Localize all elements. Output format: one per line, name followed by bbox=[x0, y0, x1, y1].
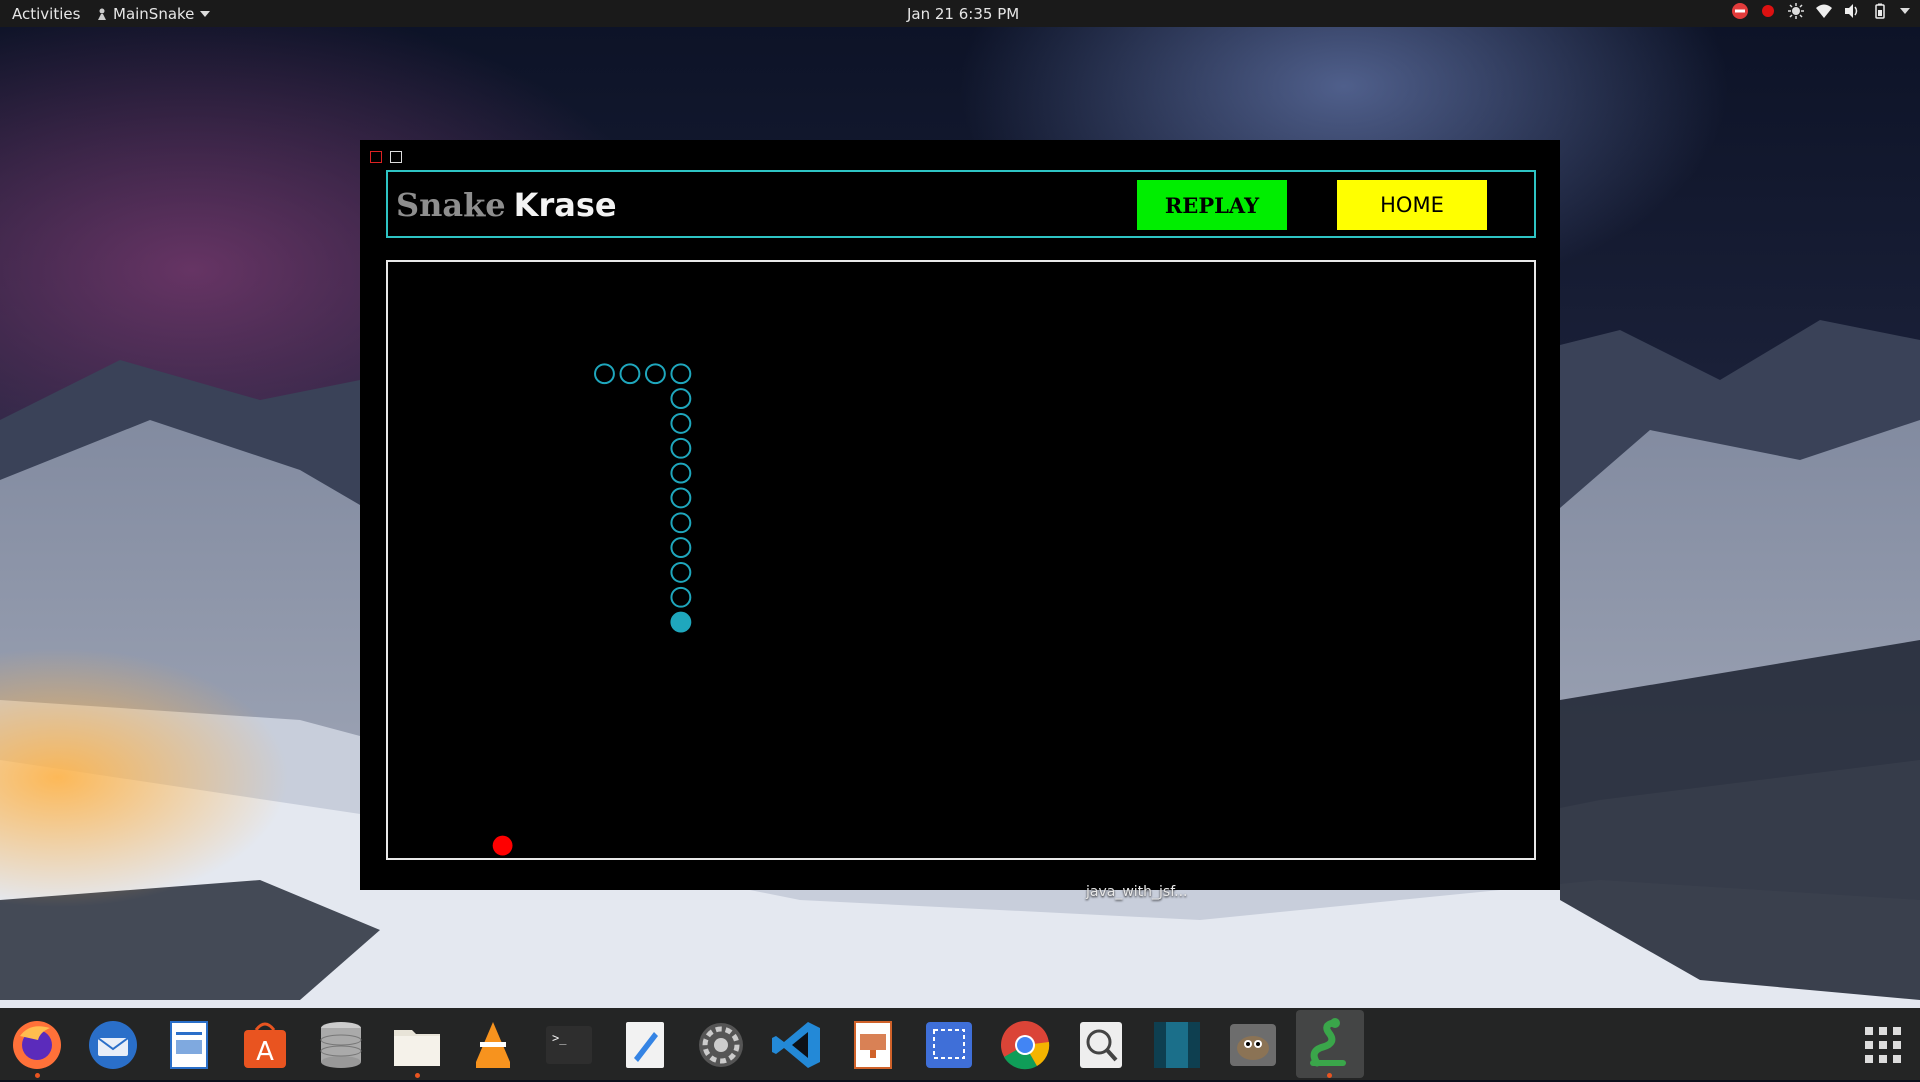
database-launcher[interactable] bbox=[314, 1018, 368, 1072]
app-menu-icon bbox=[98, 8, 106, 20]
dock: A >_ bbox=[0, 1008, 1920, 1080]
chevron-down-icon bbox=[200, 11, 211, 17]
vscode-icon bbox=[772, 1022, 820, 1068]
wifi-icon[interactable] bbox=[1816, 3, 1832, 19]
game-title-snake: Snake bbox=[396, 186, 506, 224]
terminal-icon: >_ bbox=[546, 1026, 592, 1064]
snake-segment bbox=[670, 537, 692, 559]
snake-app-launcher[interactable] bbox=[1296, 1010, 1364, 1078]
volume-icon[interactable] bbox=[1844, 3, 1860, 19]
writer-launcher[interactable] bbox=[162, 1018, 216, 1072]
snake-segment bbox=[670, 487, 692, 509]
snake-segment bbox=[644, 363, 666, 385]
terminal-launcher[interactable]: >_ bbox=[542, 1018, 596, 1072]
text-editor-icon bbox=[626, 1022, 664, 1068]
snake-segment bbox=[670, 388, 692, 410]
running-indicator bbox=[1327, 1073, 1332, 1078]
firefox-launcher[interactable] bbox=[10, 1018, 64, 1078]
snake-segment bbox=[619, 363, 641, 385]
software-center-icon: A bbox=[244, 1022, 286, 1068]
image-viewer-icon bbox=[1080, 1022, 1122, 1068]
snake-segment bbox=[670, 512, 692, 534]
settings-launcher[interactable] bbox=[694, 1018, 748, 1072]
snake-segment bbox=[670, 586, 692, 608]
writer-icon bbox=[170, 1021, 208, 1069]
svg-text:A: A bbox=[256, 1037, 274, 1067]
thunderbird-launcher[interactable] bbox=[86, 1018, 140, 1072]
game-board[interactable] bbox=[386, 260, 1536, 860]
system-tray[interactable] bbox=[1732, 3, 1910, 19]
snake-segment bbox=[670, 561, 692, 583]
snake-head bbox=[670, 611, 692, 633]
show-applications-icon bbox=[1865, 1027, 1901, 1063]
image-viewer-launcher[interactable] bbox=[1074, 1018, 1128, 1072]
gimp-launcher[interactable] bbox=[1226, 1018, 1280, 1072]
system-menu-chevron-icon[interactable] bbox=[1900, 8, 1910, 14]
recording-icon[interactable] bbox=[1760, 3, 1776, 19]
app-menu[interactable]: MainSnake bbox=[97, 5, 211, 23]
activities-button[interactable]: Activities bbox=[12, 5, 80, 23]
settings-icon bbox=[699, 1023, 743, 1067]
panel-app-launcher[interactable] bbox=[1150, 1018, 1204, 1072]
game-title: Snake Krase bbox=[396, 186, 617, 224]
desktop-file-label[interactable]: java_with_jsf... bbox=[1086, 884, 1187, 900]
snake-game-window: Snake Krase REPLAY HOME bbox=[360, 140, 1560, 890]
window-close-button[interactable] bbox=[370, 151, 382, 163]
screenshot-icon bbox=[926, 1022, 972, 1068]
files-launcher[interactable] bbox=[390, 1018, 444, 1078]
text-editor-launcher[interactable] bbox=[618, 1018, 672, 1072]
snake-segment bbox=[594, 363, 615, 385]
home-button[interactable]: HOME bbox=[1337, 180, 1487, 230]
top-bar: Activities MainSnake Jan 21 6:35 PM bbox=[0, 0, 1920, 27]
running-indicator bbox=[415, 1073, 420, 1078]
software-launcher[interactable]: A bbox=[238, 1018, 292, 1072]
snake-segment bbox=[670, 363, 692, 385]
chrome-launcher[interactable] bbox=[998, 1018, 1052, 1072]
game-header: Snake Krase REPLAY HOME bbox=[386, 170, 1536, 238]
impress-launcher[interactable] bbox=[846, 1018, 900, 1072]
vlc-launcher[interactable] bbox=[466, 1018, 520, 1072]
thunderbird-icon bbox=[89, 1021, 137, 1069]
game-title-krase: Krase bbox=[513, 186, 617, 224]
firefox-icon bbox=[13, 1021, 61, 1069]
clock[interactable]: Jan 21 6:35 PM bbox=[907, 5, 1019, 23]
brightness-icon[interactable] bbox=[1788, 3, 1804, 19]
snake-segment bbox=[670, 412, 692, 434]
running-indicator bbox=[35, 1073, 40, 1078]
game-board-canvas bbox=[492, 363, 692, 856]
snake-segment bbox=[670, 437, 692, 459]
database-icon bbox=[320, 1022, 362, 1068]
battery-icon[interactable] bbox=[1872, 3, 1888, 19]
impress-icon bbox=[854, 1021, 892, 1069]
svg-text:>_: >_ bbox=[552, 1031, 567, 1045]
panel-app-icon bbox=[1154, 1022, 1200, 1068]
app-menu-label: MainSnake bbox=[113, 5, 195, 23]
food-pellet bbox=[492, 835, 513, 856]
snake-segment bbox=[670, 462, 692, 484]
do-not-disturb-icon[interactable] bbox=[1732, 3, 1748, 19]
window-maximize-button[interactable] bbox=[390, 151, 402, 163]
snake-app-icon bbox=[1310, 1018, 1346, 1067]
vscode-launcher[interactable] bbox=[770, 1018, 824, 1072]
chrome-icon bbox=[1001, 1021, 1050, 1070]
vlc-icon bbox=[476, 1022, 510, 1068]
files-icon bbox=[394, 1030, 440, 1066]
replay-button[interactable]: REPLAY bbox=[1137, 180, 1287, 230]
show-applications-button[interactable] bbox=[1856, 1018, 1910, 1072]
screenshot-launcher[interactable] bbox=[922, 1018, 976, 1072]
gimp-icon bbox=[1230, 1024, 1276, 1066]
